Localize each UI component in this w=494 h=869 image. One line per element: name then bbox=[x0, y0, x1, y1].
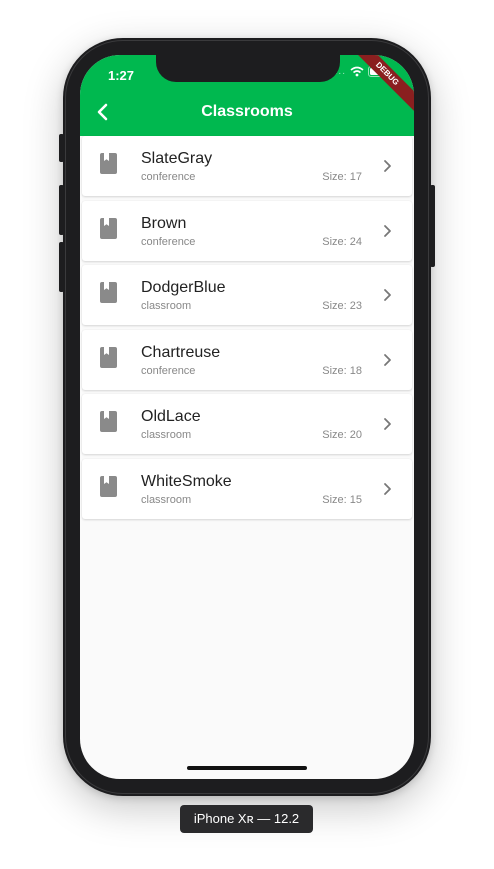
chevron-right-icon bbox=[384, 418, 391, 430]
book-icon bbox=[100, 475, 117, 497]
classroom-type: classroom bbox=[141, 300, 192, 312]
chevron-right-icon bbox=[384, 160, 391, 172]
device-label: iPhone Xʀ — 12.2 bbox=[180, 805, 313, 833]
classroom-name: OldLace bbox=[141, 408, 201, 425]
book-icon bbox=[100, 346, 117, 368]
classroom-list-item[interactable]: Chartreuse conference Size: 18 bbox=[82, 329, 412, 390]
book-icon bbox=[100, 282, 117, 303]
classroom-list-item[interactable]: WhiteSmoke classroom Size: 15 bbox=[82, 458, 412, 519]
classroom-type: conference bbox=[141, 235, 196, 248]
classroom-size: Size: 18 bbox=[322, 364, 362, 377]
home-indicator[interactable] bbox=[187, 766, 307, 770]
classroom-list-item[interactable]: SlateGray conference Size: 17 bbox=[82, 136, 412, 196]
classroom-type: conference bbox=[141, 364, 196, 377]
chevron-right-icon bbox=[384, 224, 391, 237]
classroom-type: conference bbox=[141, 171, 196, 183]
classroom-list: SlateGray conference Size: 17 Brown conf… bbox=[82, 136, 412, 523]
volume-down-button bbox=[59, 242, 64, 292]
mute-switch bbox=[59, 134, 64, 162]
power-button bbox=[430, 185, 435, 267]
classroom-size: Size: 15 bbox=[322, 493, 362, 506]
classroom-list-item[interactable]: OldLace classroom Size: 20 bbox=[82, 394, 412, 454]
classroom-name: DodgerBlue bbox=[141, 279, 226, 296]
classroom-size: Size: 20 bbox=[322, 429, 362, 441]
classroom-type: classroom bbox=[141, 429, 192, 441]
classroom-name: SlateGray bbox=[141, 150, 213, 167]
chevron-right-icon bbox=[384, 353, 391, 366]
classroom-type: classroom bbox=[141, 493, 192, 506]
chevron-right-icon bbox=[384, 289, 391, 301]
classroom-list-item[interactable]: Brown conference Size: 24 bbox=[82, 200, 412, 261]
status-time: 1:27 bbox=[108, 68, 135, 83]
classroom-size: Size: 24 bbox=[322, 235, 362, 248]
classroom-name: Chartreuse bbox=[141, 343, 221, 361]
chevron-right-icon bbox=[384, 482, 391, 495]
screen: 1:27 .... DEBUG Classrooms SlateGray con… bbox=[80, 55, 414, 779]
wifi-icon bbox=[350, 66, 364, 77]
notch bbox=[156, 55, 340, 82]
classroom-size: Size: 23 bbox=[322, 300, 362, 312]
page-title: Classrooms bbox=[201, 103, 293, 120]
book-icon bbox=[100, 411, 117, 432]
classroom-name: WhiteSmoke bbox=[141, 472, 232, 490]
book-icon bbox=[100, 217, 117, 239]
classroom-list-item[interactable]: DodgerBlue classroom Size: 23 bbox=[82, 265, 412, 325]
classroom-name: Brown bbox=[141, 214, 187, 232]
classroom-size: Size: 17 bbox=[322, 171, 362, 183]
book-icon bbox=[100, 153, 117, 174]
volume-up-button bbox=[59, 185, 64, 235]
